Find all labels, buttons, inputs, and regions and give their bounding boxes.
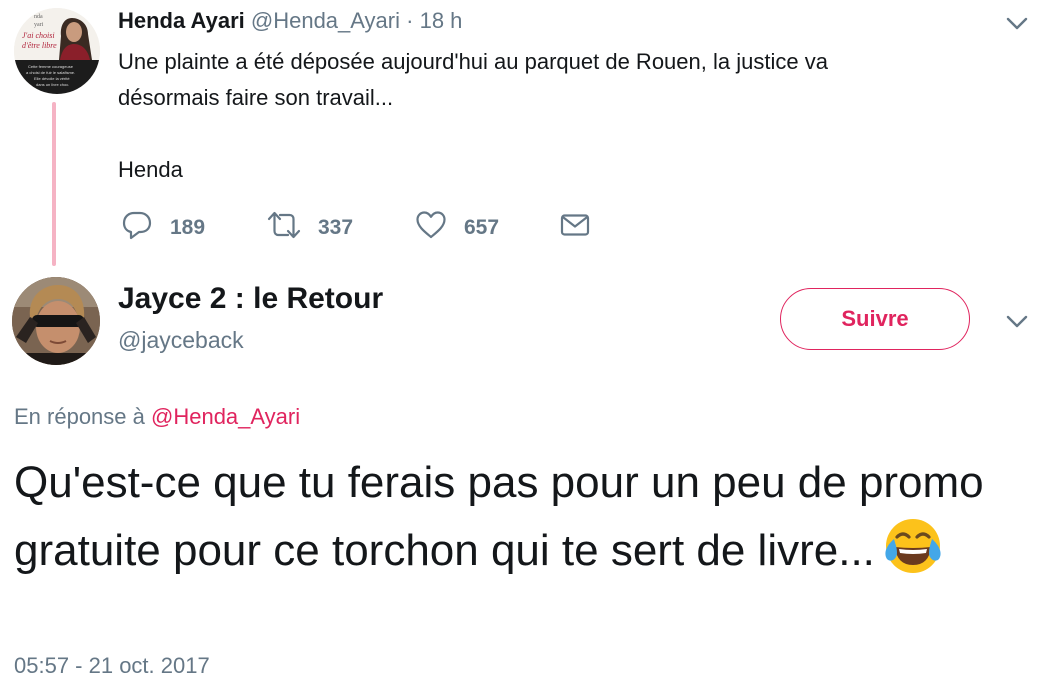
parent-author-avatar[interactable]: nda yari J'ai choisi d'être libre Cette …: [14, 8, 100, 94]
reply-icon: [122, 211, 152, 240]
follow-button[interactable]: Suivre: [780, 288, 970, 350]
avatar-text-5: Cette femme courageuse: [28, 64, 74, 69]
like-count: 657: [464, 216, 500, 239]
parent-tweet-menu-chevron-icon[interactable]: [1004, 10, 1030, 36]
parent-author-name[interactable]: Henda Ayari: [118, 8, 245, 33]
avatar-text-8: dans un livre choc.: [36, 82, 69, 87]
avatar-text-7: Elle dévoile la vérité: [34, 76, 70, 81]
envelope-icon: [560, 214, 590, 236]
heart-icon: [416, 211, 446, 239]
reply-button[interactable]: 189: [120, 208, 205, 242]
parent-text-line: désormais faire son travail...: [118, 85, 394, 110]
tweet-timestamp[interactable]: 05:57 - 21 oct. 2017: [14, 653, 210, 679]
parent-text-line: Une plainte a été déposée aujourd'hui au…: [118, 49, 828, 74]
parent-tweet-time[interactable]: 18 h: [420, 8, 463, 33]
avatar-text-2: yari: [34, 22, 44, 28]
like-button[interactable]: 657: [414, 208, 499, 242]
retweet-button[interactable]: 337: [266, 208, 353, 242]
parent-tweet-header: Henda Ayari @Henda_Ayari · 18 h: [118, 8, 462, 34]
avatar-text-6: a choisi de fuir le salafisme.: [26, 70, 75, 75]
avatar-text-3: J'ai choisi: [22, 31, 55, 40]
book-cover-image: nda yari J'ai choisi d'être libre Cette …: [14, 8, 100, 94]
parent-text-line: Henda: [118, 157, 183, 182]
avatar-photo: [12, 277, 100, 365]
avatar-text-1: nda: [34, 14, 43, 20]
avatar-text-4: d'être libre: [22, 41, 57, 50]
main-tweet-text: Qu'est-ce que tu ferais pas pour un peu …: [14, 452, 1034, 581]
header-separator: ·: [406, 8, 414, 33]
reply-context: En réponse à @Henda_Ayari: [14, 404, 300, 430]
direct-message-button[interactable]: [558, 208, 592, 242]
parent-author-handle[interactable]: @Henda_Ayari: [251, 8, 400, 33]
reply-prefix: En réponse à: [14, 404, 145, 429]
main-author-name[interactable]: Jayce 2 : le Retour: [118, 282, 383, 316]
main-author-handle[interactable]: @jayceback: [118, 327, 244, 354]
main-tweet-menu-chevron-icon[interactable]: [1004, 308, 1030, 334]
main-tweet-body: Qu'est-ce que tu ferais pas pour un peu …: [14, 458, 984, 575]
retweet-count: 337: [318, 216, 354, 239]
face-with-tears-of-joy-icon: [881, 513, 945, 577]
parent-text-blank-line: [118, 116, 978, 152]
parent-tweet-text: Une plainte a été déposée aujourd'hui au…: [118, 44, 978, 188]
reply-to-handle-link[interactable]: @Henda_Ayari: [151, 404, 300, 429]
reply-count: 189: [170, 216, 206, 239]
main-author-avatar[interactable]: [12, 277, 100, 365]
retweet-icon: [267, 211, 301, 239]
thread-connector-line: [52, 102, 56, 266]
